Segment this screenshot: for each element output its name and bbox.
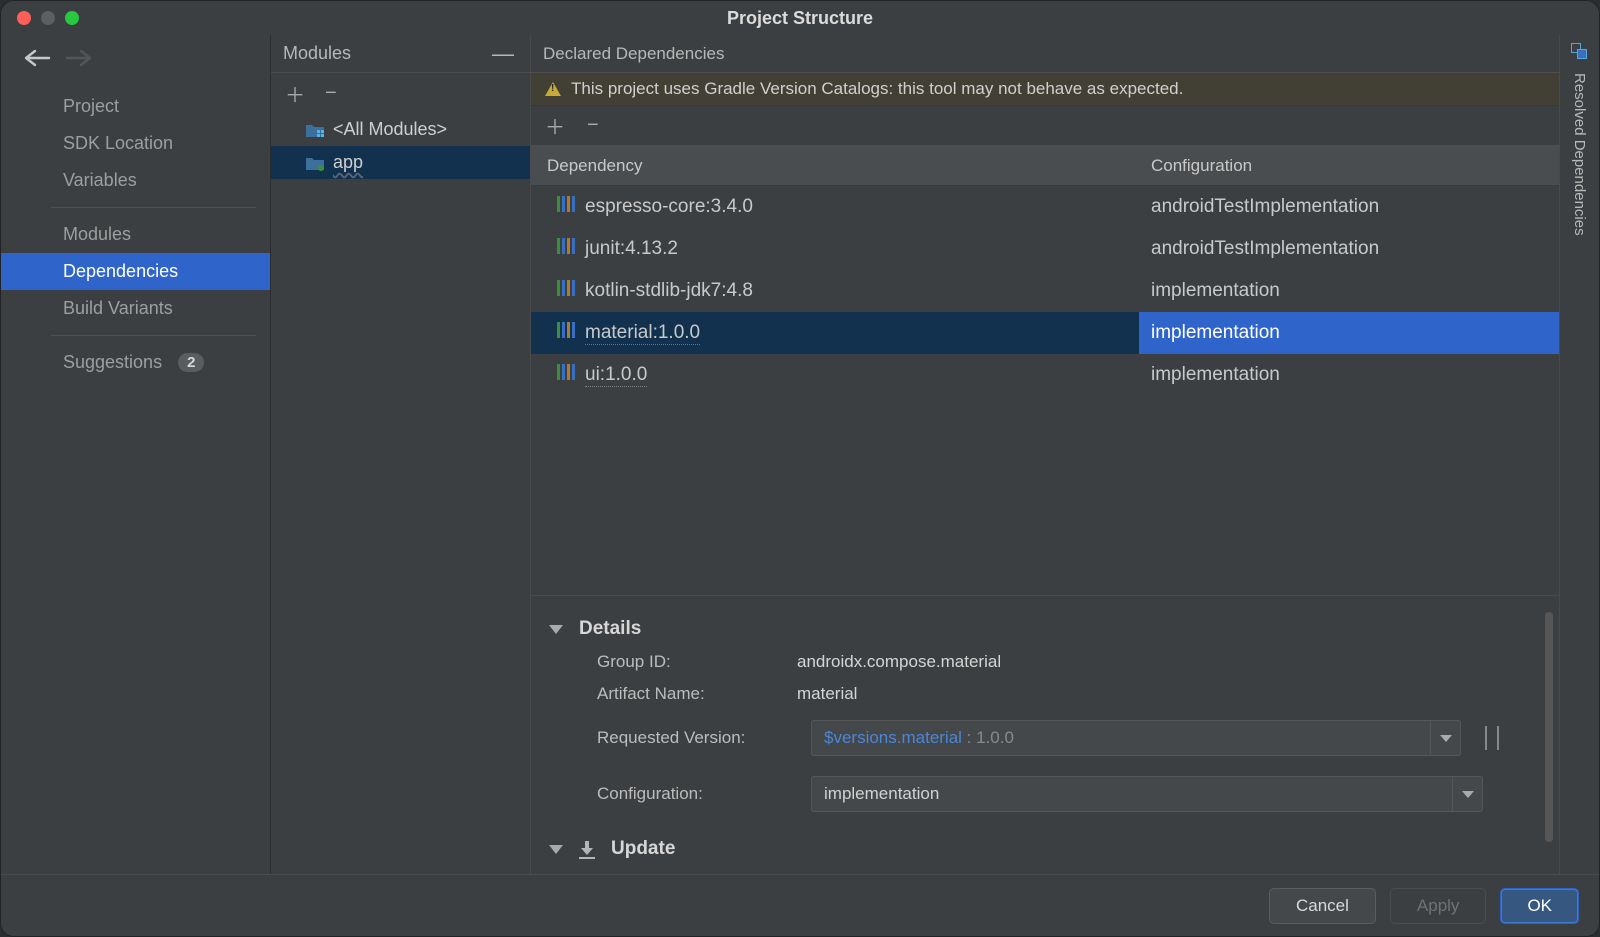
module-all[interactable]: <All Modules> (271, 113, 530, 146)
module-app[interactable]: app (271, 146, 530, 179)
cancel-button[interactable]: Cancel (1269, 888, 1376, 924)
details-scrollbar[interactable] (1545, 612, 1553, 842)
artifact-name-value: material (797, 684, 857, 704)
nav-build-variants[interactable]: Build Variants (1, 290, 270, 327)
resolved-deps-icon[interactable] (1571, 43, 1589, 61)
project-structure-window: Project Structure Project SDK Location V… (0, 0, 1600, 937)
modules-folder-icon (305, 122, 325, 138)
library-icon (557, 364, 575, 380)
update-title: Update (611, 838, 675, 860)
configuration-combo[interactable]: implementation (811, 776, 1483, 812)
requested-version-label: Requested Version: (597, 728, 797, 748)
version-dropdown-icon[interactable] (1430, 721, 1460, 755)
resolved-deps-rail[interactable]: Resolved Dependencies (1559, 35, 1599, 874)
nav-sdk-location[interactable]: SDK Location (1, 125, 270, 162)
artifact-name-label: Artifact Name: (597, 684, 797, 704)
requested-version-combo[interactable]: $versions.material : 1.0.0 (811, 720, 1461, 756)
nav-separator (51, 207, 256, 208)
nav-back-icon[interactable] (23, 49, 47, 72)
warning-icon (545, 82, 561, 96)
modules-panel: Modules — ＋ − <All Modules> app (271, 35, 531, 874)
nav-project[interactable]: Project (1, 88, 270, 125)
details-panel: Details Group ID: androidx.compose.mater… (531, 595, 1559, 874)
window-controls (17, 11, 79, 25)
module-app-label: app (333, 152, 363, 173)
warning-bar: This project uses Gradle Version Catalog… (531, 73, 1559, 106)
module-all-label: <All Modules> (333, 119, 447, 140)
library-icon (557, 280, 575, 296)
remove-module-button[interactable]: − (325, 82, 337, 105)
configuration-dropdown-icon[interactable] (1452, 777, 1482, 811)
library-icon (557, 322, 575, 338)
update-toggle-icon[interactable] (549, 845, 563, 854)
configuration-value: implementation (812, 784, 1452, 804)
col-header-configuration[interactable]: Configuration (1139, 156, 1559, 176)
ok-button[interactable]: OK (1500, 888, 1579, 924)
nav-modules[interactable]: Modules (1, 216, 270, 253)
details-toggle-icon[interactable] (549, 625, 563, 634)
modules-title: Modules (283, 43, 486, 64)
modules-collapse-icon[interactable]: — (486, 41, 520, 67)
module-folder-icon (305, 155, 325, 171)
dep-row-espresso[interactable]: espresso-core:3.4.0 androidTestImplement… (531, 186, 1559, 228)
warning-text: This project uses Gradle Version Catalog… (571, 79, 1183, 99)
nav-separator (51, 335, 256, 336)
minimize-window-icon[interactable] (41, 11, 55, 25)
dialog-footer: Cancel Apply OK (1, 874, 1599, 936)
nav-dependencies[interactable]: Dependencies (1, 253, 270, 290)
window-title: Project Structure (1, 8, 1599, 29)
details-title: Details (579, 618, 641, 640)
dep-row-ui[interactable]: ui:1.0.0 implementation (531, 354, 1559, 396)
left-nav: Project SDK Location Variables Modules D… (1, 35, 271, 874)
library-icon (557, 238, 575, 254)
col-header-dependency[interactable]: Dependency (531, 156, 1139, 176)
maximize-window-icon[interactable] (65, 11, 79, 25)
requested-version-text: $versions.material : 1.0.0 (812, 728, 1430, 748)
dep-row-kotlin-stdlib[interactable]: kotlin-stdlib-jdk7:4.8 implementation (531, 270, 1559, 312)
nav-suggestions[interactable]: Suggestions 2 (1, 344, 270, 381)
library-icon (557, 196, 575, 212)
apply-button: Apply (1390, 888, 1487, 924)
titlebar: Project Structure (1, 1, 1599, 35)
dep-row-material[interactable]: material:1.0.0 implementation (531, 312, 1559, 354)
nav-forward-icon (65, 49, 89, 72)
resolved-deps-label: Resolved Dependencies (1571, 73, 1588, 236)
group-id-value: androidx.compose.material (797, 652, 1001, 672)
dependency-table: Dependency Configuration espresso-core:3… (531, 146, 1559, 396)
nav-variables[interactable]: Variables (1, 162, 270, 199)
configuration-label: Configuration: (597, 784, 797, 804)
download-icon (579, 841, 595, 857)
remove-dependency-button[interactable]: − (587, 114, 599, 137)
close-window-icon[interactable] (17, 11, 31, 25)
dep-row-junit[interactable]: junit:4.13.2 androidTestImplementation (531, 228, 1559, 270)
suggestions-count-badge: 2 (178, 353, 204, 372)
edit-version-icon[interactable] (1485, 726, 1499, 750)
add-dependency-button[interactable]: ＋ (545, 111, 565, 140)
declared-deps-header: Declared Dependencies (531, 35, 1559, 73)
dependencies-panel: Declared Dependencies This project uses … (531, 35, 1559, 874)
add-module-button[interactable]: ＋ (285, 79, 305, 108)
group-id-label: Group ID: (597, 652, 797, 672)
nav-suggestions-label: Suggestions (63, 352, 162, 373)
